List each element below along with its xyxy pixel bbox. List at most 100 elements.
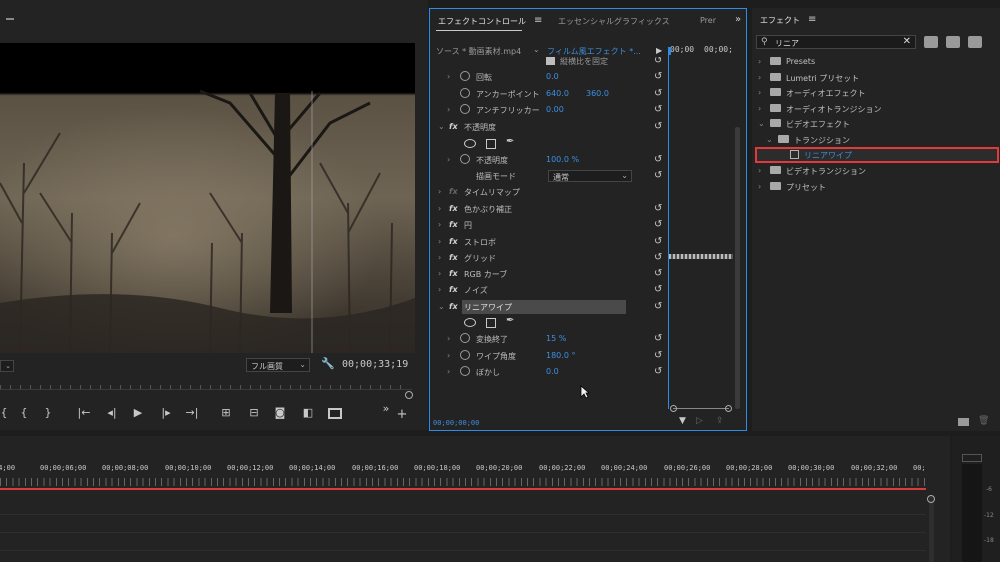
timeline-ruler[interactable]: 04;00 00;00;06;00 00;00;08;00 00;00;10;0… [0, 464, 930, 478]
search-input[interactable]: ⚲ リニア ✕ [756, 35, 916, 49]
stopwatch-icon[interactable] [460, 104, 470, 114]
rectangle-mask-icon[interactable] [486, 139, 496, 149]
ec-zoom-handle-left[interactable] [670, 405, 677, 412]
fx-icon[interactable]: fx [449, 237, 458, 246]
clear-search-icon[interactable]: ✕ [903, 36, 911, 47]
effect-row-rgb-curves[interactable]: › fx RGB カーブ ↺ [430, 266, 667, 282]
reset-icon[interactable]: ↺ [654, 121, 662, 132]
monitor-time-ruler[interactable] [0, 380, 412, 390]
timeline-scrollbar[interactable] [929, 496, 934, 562]
chevron-right-icon[interactable]: › [758, 104, 761, 113]
completion-value[interactable]: 15 % [546, 334, 566, 343]
ellipse-mask-icon[interactable] [464, 139, 476, 148]
zoom-handle[interactable] [405, 391, 413, 399]
tree-item-transition[interactable]: ⌄ トランジション [752, 132, 1000, 147]
lift-icon[interactable]: ⊞ [218, 407, 234, 419]
anchor-x-value[interactable]: 640.0 [546, 89, 569, 98]
rotation-value[interactable]: 0.0 [546, 72, 559, 81]
reset-icon[interactable]: ↺ [654, 57, 662, 66]
chevron-down-icon[interactable]: ⌄ [533, 45, 540, 54]
video-preview[interactable] [0, 43, 415, 353]
extract-icon[interactable]: ⊟ [246, 407, 262, 419]
ec-timeline-area[interactable] [668, 54, 734, 409]
tab-prer[interactable]: Prer [700, 16, 716, 25]
go-to-out-icon[interactable]: →| [184, 407, 200, 419]
tree-item-user-presets[interactable]: › プリセット [752, 179, 1000, 194]
more-icon[interactable]: » [378, 403, 394, 415]
panel-menu-icon[interactable] [6, 18, 14, 20]
tree-item-video-effects[interactable]: ⌄ ビデオエフェクト [752, 116, 1000, 131]
chevron-right-icon[interactable]: › [447, 351, 450, 360]
add-button-icon[interactable]: + [394, 408, 410, 421]
step-back-icon[interactable]: ◂| [104, 407, 120, 419]
ellipse-mask-icon[interactable] [464, 318, 476, 327]
play-clip-icon[interactable]: ▶ [656, 46, 662, 55]
reset-icon[interactable]: ↺ [654, 366, 662, 377]
reset-icon[interactable]: ↺ [654, 268, 662, 279]
accelerated-effects-icon[interactable] [924, 36, 938, 48]
chevron-right-icon[interactable]: › [447, 105, 450, 114]
fx-icon[interactable]: fx [449, 285, 458, 294]
reset-icon[interactable]: ↺ [654, 203, 662, 214]
32bit-effects-icon[interactable] [946, 36, 960, 48]
effect-row-linear-wipe[interactable]: ⌄ fx リニアワイプ ↺ [430, 299, 667, 315]
export-frame-icon[interactable]: ◙ [272, 407, 288, 419]
export-icon[interactable]: ⇪ [716, 416, 724, 426]
chevron-right-icon[interactable]: › [438, 253, 441, 262]
chevron-right-icon[interactable]: › [758, 57, 761, 66]
panel-menu-icon[interactable]: ≡ [808, 14, 816, 25]
wipe-angle-value[interactable]: 180.0 ° [546, 351, 575, 360]
anchor-y-value[interactable]: 360.0 [586, 89, 609, 98]
fx-icon[interactable]: fx [449, 253, 458, 262]
tree-item-linear-wipe[interactable]: リニアワイプ [752, 147, 1000, 163]
time-remap-row[interactable]: › fx タイムリマップ [430, 184, 667, 200]
tree-item-presets[interactable]: › Presets [752, 54, 1000, 69]
tree-item-video-transitions[interactable]: › ビデオトランジション [752, 163, 1000, 178]
fx-icon[interactable]: fx [449, 220, 458, 229]
stopwatch-icon[interactable] [460, 88, 470, 98]
chevron-right-icon[interactable]: › [447, 155, 450, 164]
feather-value[interactable]: 0.0 [546, 367, 559, 376]
reset-icon[interactable]: ↺ [654, 104, 662, 115]
play-icon[interactable]: ▶ [130, 407, 146, 419]
opacity-group-row[interactable]: ⌄ fx 不透明度 ↺ [430, 119, 667, 135]
playback-resolution-select[interactable]: フル画質 ⌄ [246, 358, 310, 372]
ec-current-time[interactable]: 00;00;00;00 [433, 419, 479, 427]
play-audio-icon[interactable]: ▷ [696, 416, 703, 426]
effect-row-grid[interactable]: › fx グリッド ↺ [430, 250, 667, 266]
tabs-overflow-icon[interactable]: » [735, 14, 741, 25]
ec-zoom-bar[interactable] [673, 408, 729, 409]
effect-row-noise[interactable]: › fx ノイズ ↺ [430, 282, 667, 298]
reset-icon[interactable]: ↺ [654, 154, 662, 165]
chevron-right-icon[interactable]: › [438, 237, 441, 246]
opacity-value[interactable]: 100.0 % [546, 155, 579, 164]
work-area-bar[interactable] [0, 488, 926, 490]
chevron-right-icon[interactable]: › [438, 220, 441, 229]
filter-icon[interactable]: ▼ [679, 416, 686, 426]
clip-name-link[interactable]: フィルム風エフェクト *... [547, 46, 641, 57]
tab-effect-controls[interactable]: エフェクトコントロール [438, 16, 526, 27]
tree-item-lumetri[interactable]: › Lumetri プリセット [752, 70, 1000, 85]
stopwatch-icon[interactable] [460, 333, 470, 343]
mark-out-icon[interactable]: } [40, 407, 56, 419]
chevron-down-icon[interactable]: ⌄ [766, 135, 773, 144]
fx-icon[interactable]: fx [449, 269, 458, 278]
effect-row-strobe[interactable]: › fx ストロボ ↺ [430, 234, 667, 250]
step-forward-icon[interactable]: |▸ [158, 407, 174, 419]
wrench-icon[interactable]: 🔧 [321, 357, 335, 370]
comparison-view-icon[interactable]: ◧ [300, 407, 316, 419]
chevron-right-icon[interactable]: › [758, 166, 761, 175]
reset-icon[interactable]: ↺ [654, 71, 662, 82]
chevron-right-icon[interactable]: › [758, 88, 761, 97]
pen-mask-icon[interactable]: ✒ [506, 136, 514, 147]
tree-item-audio-transitions[interactable]: › オーディオトランジション [752, 101, 1000, 116]
chevron-right-icon[interactable]: › [438, 269, 441, 278]
ec-zoom-handle-right[interactable] [725, 405, 732, 412]
chevron-right-icon[interactable]: › [758, 73, 761, 82]
uniform-scale-checkbox[interactable] [546, 57, 555, 65]
effect-row-color-balance[interactable]: › fx 色かぶり補正 ↺ [430, 201, 667, 217]
ec-playhead[interactable] [668, 47, 671, 55]
reset-icon[interactable]: ↺ [654, 350, 662, 361]
blend-mode-select[interactable]: 通常 ⌄ [548, 170, 632, 182]
fx-icon[interactable]: fx [449, 204, 458, 213]
